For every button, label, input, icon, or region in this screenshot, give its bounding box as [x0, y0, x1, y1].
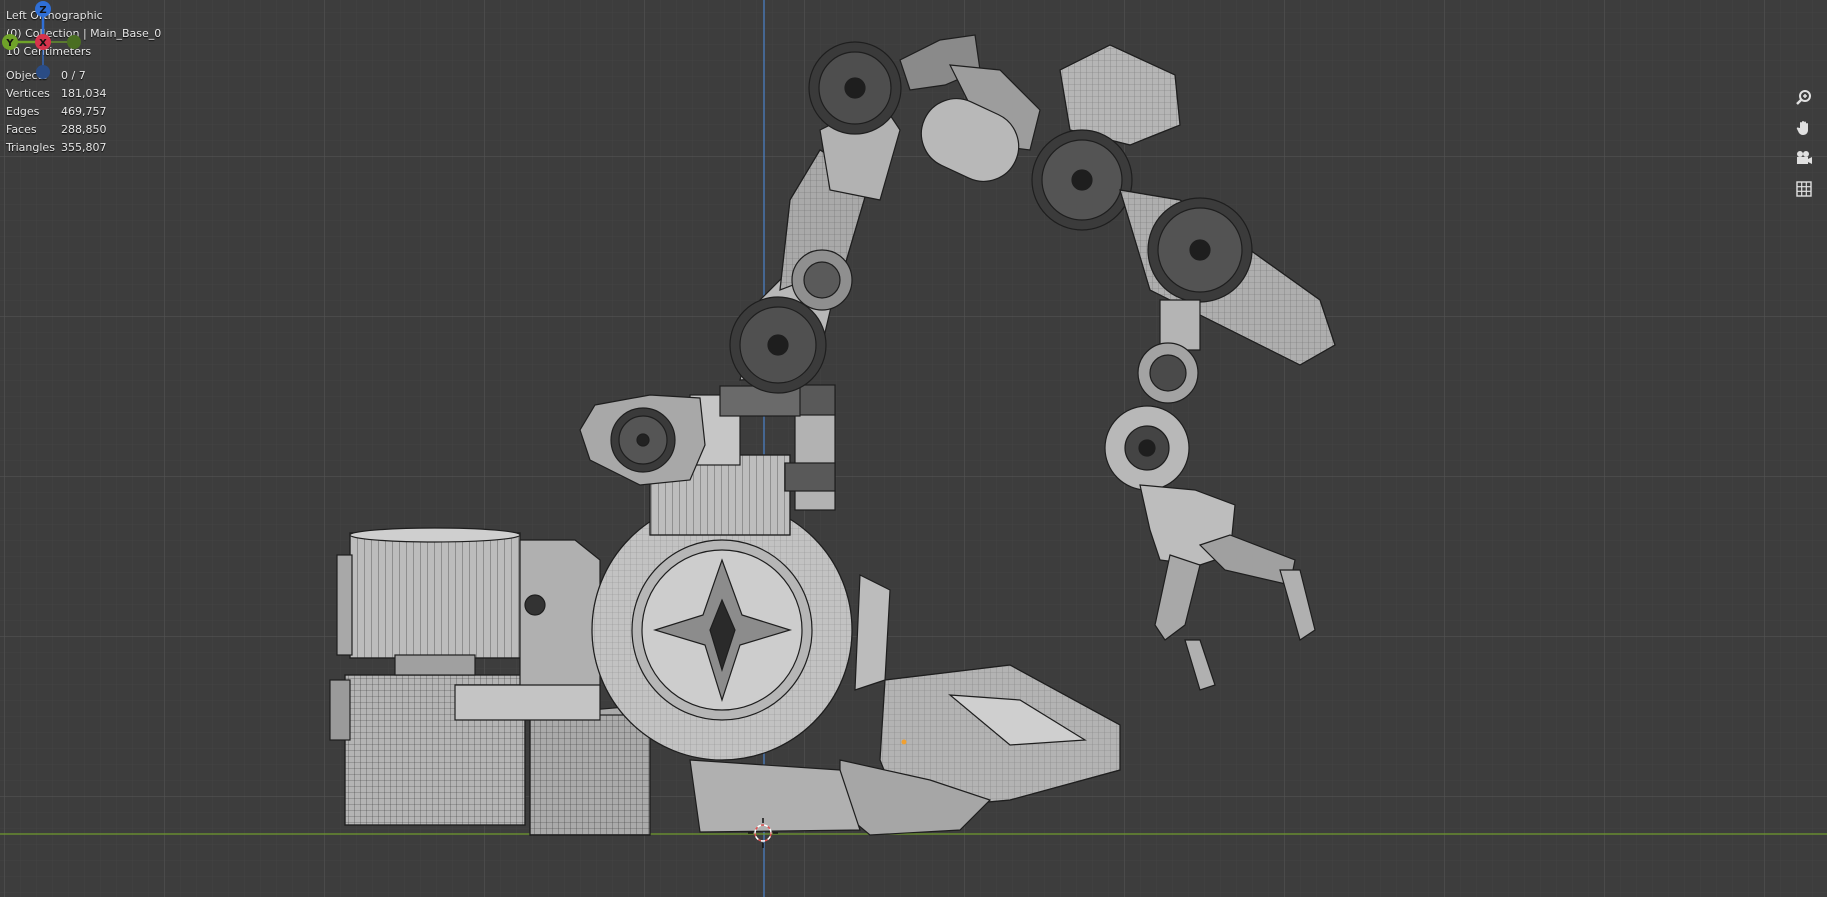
- stat-row: Triangles 355,807: [6, 139, 161, 157]
- origin-point: [901, 739, 907, 745]
- zoom-button[interactable]: [1795, 89, 1823, 117]
- navigation-gizmo[interactable]: Z Y X: [0, 0, 86, 86]
- camera-view-button[interactable]: [1795, 149, 1823, 177]
- stat-value: 288,850: [61, 123, 107, 136]
- gizmo-neg-z[interactable]: [36, 65, 50, 79]
- zoom-icon: [1796, 90, 1811, 105]
- gizmo-y-label: Y: [5, 38, 14, 49]
- stat-label: Faces: [6, 123, 37, 136]
- grid-icon: [1796, 181, 1812, 197]
- gizmo-x-label: X: [39, 38, 47, 49]
- stat-row: Vertices 181,034: [6, 85, 161, 103]
- stat-label: Vertices: [6, 87, 50, 100]
- stat-value: 181,034: [61, 87, 107, 100]
- stat-value: 355,807: [61, 141, 107, 154]
- pan-hand-icon: [1796, 121, 1808, 135]
- gizmo-z-label: Z: [39, 5, 46, 16]
- camera-icon: [1797, 151, 1812, 164]
- 3d-viewport[interactable]: Left Orthographic (0) Collection | Main_…: [0, 0, 1827, 897]
- gizmo-neg-y[interactable]: [67, 35, 81, 49]
- stat-label: Edges: [6, 105, 40, 118]
- pan-button[interactable]: [1795, 119, 1823, 147]
- stat-label: Triangles: [6, 141, 55, 154]
- viewport-canvas[interactable]: [0, 0, 1827, 897]
- stat-row: Edges 469,757: [6, 103, 161, 121]
- stat-row: Faces 288,850: [6, 121, 161, 139]
- stat-value: 469,757: [61, 105, 107, 118]
- toggle-projection-button[interactable]: [1795, 180, 1823, 208]
